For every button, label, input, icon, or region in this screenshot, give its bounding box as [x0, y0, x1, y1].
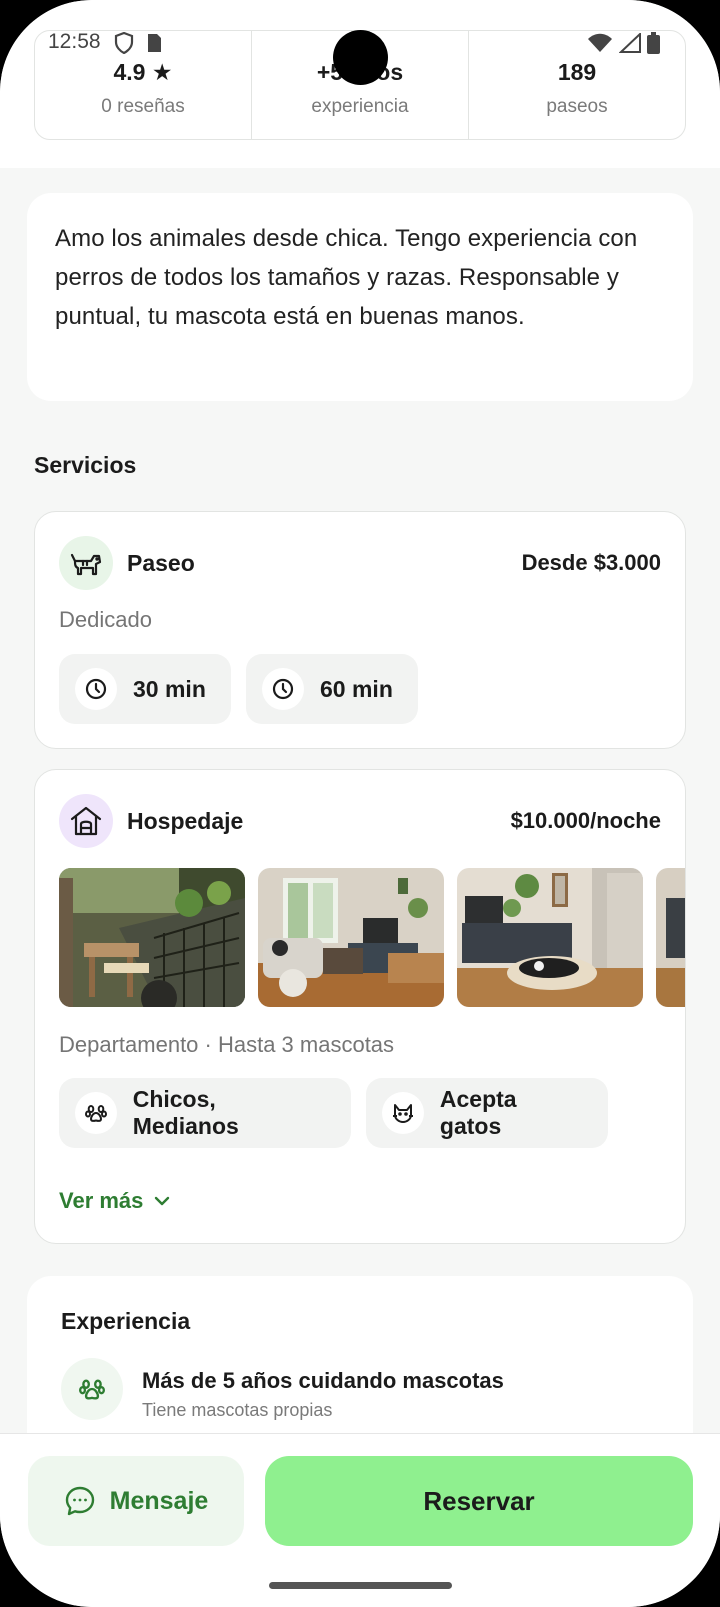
duration-label: 30 min	[133, 675, 206, 702]
experience-sub: Tiene mascotas propias	[142, 1400, 333, 1420]
stat-label: paseos	[546, 96, 608, 117]
experience-main: Más de 5 años cuidando mascotas	[142, 1368, 504, 1393]
balcony-photo[interactable]	[59, 868, 245, 1007]
wifi-icon	[588, 33, 612, 52]
service-header: Paseo Desde $3.000	[59, 536, 661, 590]
service-header: Hospedaje $10.000/noche	[59, 794, 661, 848]
status-left-icons	[114, 32, 162, 54]
room-photo[interactable]	[656, 868, 685, 1007]
status-time: 12:58	[48, 30, 101, 53]
stat-value: 4.9 ★	[113, 59, 173, 85]
ver-mas-button[interactable]: Ver más	[59, 1188, 171, 1214]
shield-icon	[114, 32, 134, 54]
bio-text: Amo los animales desde chica. Tengo expe…	[55, 225, 638, 330]
feature-label: Acepta gatos	[439, 1086, 517, 1139]
stat-label: experiencia	[311, 96, 409, 117]
duration-options: 30 min 60 min	[59, 654, 418, 724]
stat-label: 0 reseñas	[101, 96, 185, 117]
signal-icon	[619, 33, 641, 53]
clock-icon	[262, 668, 304, 710]
ver-mas-label: Ver más	[59, 1188, 144, 1213]
duration-chip-60[interactable]: 60 min	[246, 654, 418, 724]
message-button[interactable]: Mensaje	[28, 1456, 244, 1546]
paw-icon	[61, 1358, 123, 1420]
service-name: Paseo	[127, 549, 195, 576]
reserve-button[interactable]: Reservar	[265, 1456, 693, 1546]
hospedaje-features: Chicos, Medianos Acepta gatos	[59, 1078, 608, 1148]
experience-title: Experiencia	[61, 1308, 191, 1334]
bio-card: Amo los animales desde chica. Tengo expe…	[27, 193, 693, 401]
living-room-dog-bed-photo[interactable]	[457, 868, 643, 1007]
service-price: Desde $3.000	[521, 550, 661, 575]
front-camera	[333, 30, 388, 85]
living-room-photo[interactable]	[258, 868, 444, 1007]
duration-chip-30[interactable]: 30 min	[59, 654, 231, 724]
experience-card: Experiencia Más de 5 años cuidando masco…	[27, 1276, 693, 1456]
screen: 4.9 ★ 0 reseñas +5 años experiencia 189 …	[0, 0, 720, 1607]
battery-icon	[647, 32, 660, 54]
bottom-action-bar: Mensaje Reservar	[0, 1433, 720, 1607]
chat-icon	[65, 1486, 94, 1516]
dog-icon	[59, 536, 113, 590]
clock-icon	[75, 668, 117, 710]
chevron-down-icon	[155, 1196, 170, 1206]
cat-icon	[382, 1092, 424, 1134]
paw-icon	[75, 1092, 117, 1134]
message-button-label: Mensaje	[109, 1486, 209, 1515]
service-card-paseo[interactable]: Paseo Desde $3.000 Dedicado 30 min 60 mi…	[34, 511, 686, 749]
stat-value: 189	[557, 59, 597, 85]
status-right-icons	[587, 32, 660, 54]
services-title: Servicios	[34, 452, 137, 478]
duration-label: 60 min	[320, 675, 393, 702]
feature-chip-cats: Acepta gatos	[366, 1078, 608, 1148]
service-name: Hospedaje	[127, 807, 244, 834]
service-price: $10.000/noche	[510, 808, 661, 833]
sim-card-icon	[148, 34, 161, 52]
service-subtitle: Dedicado	[59, 607, 152, 632]
feature-chip-sizes: Chicos, Medianos	[59, 1078, 351, 1148]
service-card-hospedaje[interactable]: Hospedaje $10.000/noche Departamento · H…	[34, 769, 686, 1244]
feature-label: Chicos, Medianos	[132, 1086, 239, 1139]
home-indicator[interactable]	[269, 1582, 452, 1589]
reserve-button-label: Reservar	[423, 1485, 535, 1516]
photo-carousel[interactable]	[59, 868, 685, 1007]
service-subtitle: Departamento · Hasta 3 mascotas	[59, 1032, 395, 1057]
house-icon	[59, 794, 113, 848]
